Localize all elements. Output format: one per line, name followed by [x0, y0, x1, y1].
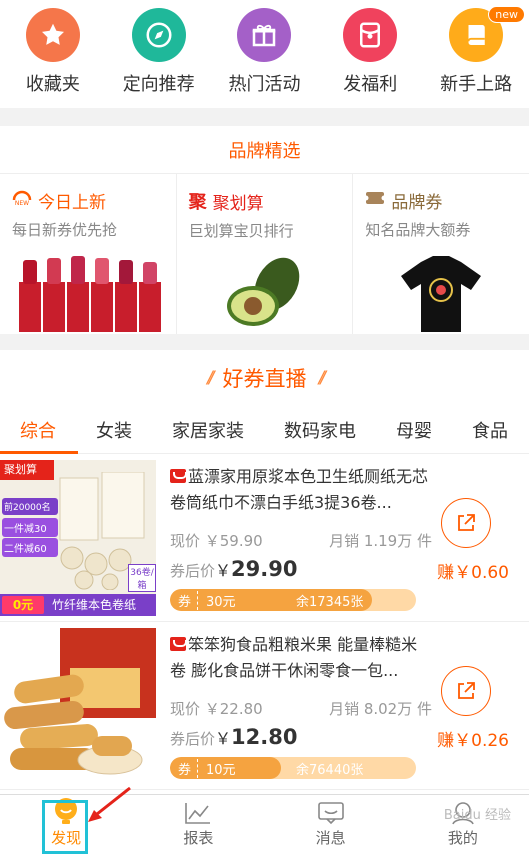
coupon-amount: 30元 — [206, 594, 236, 610]
brand-col-subtitle: 知名品牌大额券 — [365, 221, 471, 239]
decor-slash-icon: // — [207, 368, 215, 388]
after-coupon-price: 券后价￥29.90 — [170, 557, 432, 581]
tissue-product-image: 聚划算 前20000名 一件减30 二件减60 36卷/箱 0元 竹纤维本色卷纸 — [0, 460, 156, 616]
brand-col-subtitle: 每日新券优先抢 — [12, 221, 118, 239]
quicknav-favorites[interactable]: 收藏夹 — [0, 0, 106, 108]
brand-col-title: 品牌券 — [391, 193, 443, 213]
commission-earn: 赚￥0.60 — [437, 563, 509, 583]
tab-women[interactable]: 女装 — [76, 406, 152, 454]
currency-symbol: ￥ — [215, 729, 232, 748]
monthly-sales: 月销 8.02万 件 — [329, 700, 432, 718]
quicknav-label: 新手上路 — [440, 74, 513, 95]
brand-title: 品牌精选 — [0, 126, 529, 174]
current-price: 现价 ￥59.90 — [170, 532, 263, 550]
currency-symbol: ￥ — [215, 561, 232, 580]
product-title-text: 笨笨狗食品粗粮米果 能量棒糙米卷 膨化食品饼干休闲零食一包... — [170, 635, 418, 680]
highlight-box — [42, 800, 88, 854]
quicknav-label: 热门活动 — [228, 74, 301, 95]
current-price: 现价 ￥22.80 — [170, 700, 263, 718]
tab-food[interactable]: 食品 — [452, 406, 528, 454]
quicknav-events[interactable]: 热门活动 — [212, 0, 318, 108]
tab-all[interactable]: 综合 — [0, 406, 76, 454]
star-icon — [25, 8, 80, 62]
tab-baby[interactable]: 母婴 — [376, 406, 452, 454]
lipstick-image — [0, 246, 176, 334]
chart-icon — [185, 803, 211, 824]
avocado-image — [177, 246, 353, 334]
quicknav-beginner[interactable]: new 新手上路 — [423, 0, 529, 108]
share-button[interactable] — [441, 666, 491, 716]
product-title-text: 蓝漂家用原浆本色卫生纸厕纸无芯卷筒纸巾不漂白手纸3提36卷... — [170, 467, 429, 512]
new-tag-icon: NEW — [12, 190, 32, 211]
product-title: 蓝漂家用原浆本色卫生纸厕纸无芯卷筒纸巾不漂白手纸3提36卷... — [170, 464, 432, 516]
red-envelope-icon — [343, 8, 398, 62]
monthly-sales: 月销 1.19万 件 — [329, 532, 432, 550]
promo-product-name: 竹纤维本色卷纸 — [52, 598, 137, 612]
quicknav-welfare[interactable]: 发福利 — [317, 0, 423, 108]
ju-logo-icon: 聚 — [188, 192, 207, 213]
after-coupon-label: 券后价 — [170, 730, 216, 748]
live-title: 好券直播 — [222, 367, 307, 391]
quicknav-label: 收藏夹 — [25, 74, 80, 95]
compass-icon — [131, 8, 186, 62]
coupon-progress-bar: 券 30元 余17345张 — [170, 589, 416, 611]
tmall-icon — [170, 637, 187, 651]
promo-line-a: 一件减30 — [2, 518, 58, 537]
brand-section: 品牌精选 NEW 今日上新 每日新券优先抢 聚 聚划算 巨划算宝贝排行 品牌券 … — [0, 126, 529, 334]
share-icon — [458, 514, 475, 531]
product-title: 笨笨狗食品粗粮米果 能量棒糙米卷 膨化食品饼干休闲零食一包... — [170, 632, 432, 684]
new-badge: new — [488, 6, 525, 23]
brand-col-title: 今日上新 — [38, 193, 106, 213]
coupon-tag: 券 — [170, 758, 199, 778]
promo-coupon: 0元 — [2, 596, 44, 614]
share-button[interactable] — [441, 498, 491, 548]
quicknav-label: 定向推荐 — [122, 74, 195, 95]
tab-digital[interactable]: 数码家电 — [264, 406, 376, 454]
nav-label: 报表 — [183, 829, 214, 847]
decor-slash-icon: // — [318, 368, 327, 388]
coupon-amount: 10元 — [206, 762, 236, 778]
category-tabs: 综合 女装 家居家装 数码家电 母婴 食品 — [0, 406, 529, 454]
brand-col-title: 聚划算 — [212, 193, 264, 214]
rice-roll-product-image — [0, 628, 156, 784]
product-card[interactable]: 聚划算 前20000名 一件减30 二件减60 36卷/箱 0元 竹纤维本色卷纸 — [0, 454, 529, 622]
coupon-tag: 券 — [170, 590, 199, 610]
nav-messages[interactable]: 消息 — [265, 795, 397, 854]
nav-report[interactable]: 报表 — [132, 795, 264, 854]
coupon-remaining: 余76440张 — [296, 762, 364, 778]
tab-home[interactable]: 家居家装 — [152, 406, 264, 454]
nav-label: 我的 — [447, 829, 478, 847]
quick-nav: 收藏夹 定向推荐 热门活动 发福利 new 新手上路 — [0, 0, 529, 108]
ticket-icon — [363, 190, 387, 211]
commission-earn: 赚￥0.26 — [437, 731, 509, 751]
after-coupon-value: 12.80 — [231, 725, 298, 749]
svg-text:NEW: NEW — [15, 200, 29, 206]
product-card[interactable]: 笨笨狗食品粗粮米果 能量棒糙米卷 膨化食品饼干休闲零食一包... 现价 ￥22.… — [0, 622, 529, 790]
tshirt-image — [353, 246, 529, 334]
after-coupon-value: 29.90 — [231, 557, 298, 581]
brand-coupon[interactable]: 品牌券 知名品牌大额券 — [353, 174, 529, 334]
brand-col-subtitle: 巨划算宝贝排行 — [188, 222, 294, 240]
pack-badge: 36卷/箱 — [128, 564, 156, 592]
after-coupon-label: 券后价 — [170, 562, 216, 580]
share-icon — [458, 682, 475, 699]
gift-icon — [237, 8, 292, 62]
coupon-progress-bar: 券 10元 余76440张 — [170, 757, 416, 779]
after-coupon-price: 券后价￥12.80 — [170, 725, 432, 749]
coupon-remaining: 余17345张 — [296, 594, 364, 610]
brand-juhuasuan[interactable]: 聚 聚划算 巨划算宝贝排行 — [177, 174, 354, 334]
ju-promo-tag: 聚划算 — [0, 460, 54, 480]
live-coupon-section: // 好券直播 // 综合 女装 家居家装 数码家电 母婴 食品 聚划算 前20… — [0, 350, 529, 794]
watermark: Baidu 经验 — [443, 808, 511, 823]
brand-today-new[interactable]: NEW 今日上新 每日新券优先抢 — [0, 174, 177, 334]
nav-label: 消息 — [315, 829, 346, 847]
tmall-icon — [170, 469, 187, 483]
promo-badge: 前20000名 — [2, 498, 58, 515]
pointer-arrow-icon — [88, 786, 131, 822]
promo-line-b: 二件减60 — [2, 538, 58, 557]
message-icon — [317, 802, 344, 825]
quicknav-recommend[interactable]: 定向推荐 — [106, 0, 212, 108]
quicknav-label: 发福利 — [343, 74, 398, 95]
